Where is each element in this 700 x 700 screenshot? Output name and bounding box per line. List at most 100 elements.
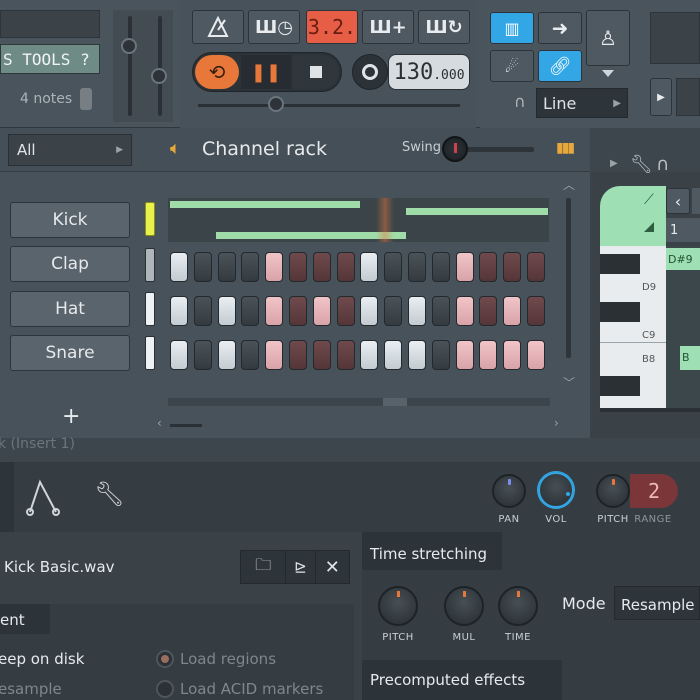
step-button[interactable]: [479, 252, 498, 282]
step-button[interactable]: [360, 296, 379, 326]
step-button[interactable]: [289, 252, 307, 282]
song-position-handle[interactable]: [268, 96, 284, 112]
tools-label[interactable]: S TOOLS ?: [3, 50, 90, 69]
channel-clap-button[interactable]: Clap: [10, 246, 130, 282]
step-button[interactable]: [527, 340, 545, 370]
play-small-icon[interactable]: ▶: [610, 158, 618, 169]
step-button[interactable]: [170, 340, 188, 370]
master-knob-button[interactable]: ♙: [586, 10, 630, 66]
clear-sample-button[interactable]: ✕: [316, 551, 349, 583]
ts-pitch-knob[interactable]: [378, 586, 418, 626]
step-button[interactable]: [217, 340, 236, 370]
load-regions-label[interactable]: Load regions: [180, 650, 276, 668]
load-acid-label[interactable]: Load ACID markers: [180, 680, 323, 698]
step-button[interactable]: [479, 296, 498, 326]
open-folder-button[interactable]: 🗀︎: [241, 551, 287, 583]
browser-button[interactable]: ☄: [490, 50, 534, 82]
step-button[interactable]: [241, 296, 260, 326]
step-button[interactable]: [289, 296, 307, 326]
channel-hat-button[interactable]: Hat: [10, 291, 130, 327]
step-button[interactable]: [217, 252, 236, 282]
pattern-song-toggle[interactable]: ⟲: [195, 55, 239, 89]
kick-pianoroll-preview[interactable]: [168, 198, 549, 242]
step-button[interactable]: [527, 252, 545, 282]
step-button[interactable]: [384, 252, 403, 282]
step-button[interactable]: [503, 340, 522, 370]
black-key[interactable]: [600, 376, 640, 396]
tempo-display[interactable]: 130 .000: [388, 54, 470, 90]
channel-snare-button[interactable]: Snare: [10, 335, 130, 371]
browse-button[interactable]: ⊵: [286, 551, 316, 583]
ts-time-knob[interactable]: [498, 586, 538, 626]
step-button[interactable]: [336, 296, 355, 326]
step-edit-button[interactable]: Ш+: [362, 10, 414, 44]
channel-select-led-hat[interactable]: [145, 292, 155, 326]
step-button[interactable]: [312, 252, 331, 282]
chevron-down-icon[interactable]: [602, 70, 614, 77]
step-button[interactable]: [408, 340, 426, 370]
keep-on-disk-label[interactable]: eep on disk: [0, 650, 84, 668]
ts-mul-knob[interactable]: [444, 586, 484, 626]
scroll-up-icon[interactable]: ︿: [563, 176, 575, 193]
scroll-right-icon[interactable]: ›: [554, 416, 559, 430]
scroll-left-icon[interactable]: ‹: [157, 416, 162, 430]
load-acid-radio[interactable]: [156, 680, 174, 698]
step-button[interactable]: [193, 252, 212, 282]
speaker-icon[interactable]: 🔈︎: [170, 138, 181, 159]
envelope-icon[interactable]: [26, 476, 62, 516]
step-button[interactable]: [241, 252, 260, 282]
channel-select-led-snare[interactable]: [145, 336, 155, 370]
metronome-button[interactable]: [192, 10, 244, 44]
load-regions-radio[interactable]: [156, 650, 174, 668]
step-button[interactable]: [265, 252, 284, 282]
step-button[interactable]: [360, 252, 379, 282]
step-button[interactable]: [265, 296, 284, 326]
wait-for-input-button[interactable]: Ш◷: [248, 10, 300, 44]
channel-filter-select[interactable]: All ▶: [8, 134, 132, 166]
note-d#9[interactable]: D#9: [666, 248, 700, 270]
pitch-range-field[interactable]: 2: [630, 474, 678, 508]
step-button[interactable]: [170, 252, 188, 282]
step-button[interactable]: [431, 296, 450, 326]
master-volume-fader[interactable]: [121, 38, 137, 54]
step-button[interactable]: [265, 340, 284, 370]
step-button[interactable]: [455, 252, 474, 282]
step-button[interactable]: [431, 340, 450, 370]
wrench-icon[interactable]: 🔧︎: [94, 480, 124, 508]
step-button[interactable]: [336, 340, 355, 370]
time-display[interactable]: 3.2.: [306, 10, 358, 44]
master-pitch-fader[interactable]: [151, 68, 167, 84]
play-pause-button[interactable]: ❚❚: [241, 55, 291, 89]
step-button[interactable]: [384, 296, 403, 326]
playlist-button[interactable]: ▥: [490, 12, 534, 44]
step-button[interactable]: [408, 296, 426, 326]
step-button[interactable]: [312, 340, 331, 370]
step-button[interactable]: [217, 296, 236, 326]
resample-label[interactable]: esample: [0, 680, 62, 698]
swing-knob[interactable]: [442, 136, 468, 162]
step-button[interactable]: [170, 296, 188, 326]
horizontal-scroll-thumb[interactable]: [170, 424, 202, 427]
black-key[interactable]: [600, 302, 640, 322]
step-button[interactable]: [455, 296, 474, 326]
scroll-down-icon[interactable]: ﹀: [563, 374, 575, 391]
next-button[interactable]: ➜: [538, 12, 582, 44]
graph-editor-icon[interactable]: ▮▮▮: [556, 140, 575, 156]
step-button[interactable]: [408, 252, 426, 282]
step-button[interactable]: [312, 296, 331, 326]
step-button[interactable]: [384, 340, 403, 370]
loop-record-button[interactable]: Ш↻: [418, 10, 470, 44]
step-button[interactable]: [479, 340, 498, 370]
link-button[interactable]: 🔗︎: [538, 50, 582, 82]
step-button[interactable]: [503, 296, 522, 326]
step-button[interactable]: [241, 340, 260, 370]
step-button[interactable]: [431, 252, 450, 282]
step-button[interactable]: [360, 340, 379, 370]
volume-knob-icon[interactable]: [80, 88, 92, 110]
step-button[interactable]: [527, 296, 545, 326]
add-channel-button[interactable]: +: [62, 404, 80, 429]
bar-ruler[interactable]: 1: [666, 218, 700, 242]
note-b8[interactable]: B: [680, 346, 700, 370]
stop-button[interactable]: [293, 55, 339, 89]
piano-keyboard[interactable]: D9 C9 B8: [600, 246, 666, 408]
